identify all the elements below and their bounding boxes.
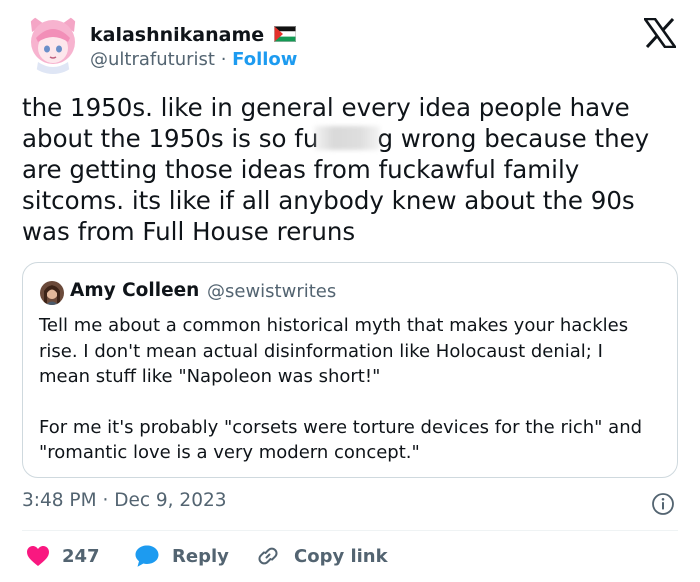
quote-paragraph-1: Tell me about a common historical myth t… [39, 315, 629, 387]
copy-link-label: Copy link [294, 545, 388, 567]
copy-link-button[interactable]: Copy link [256, 544, 388, 568]
tweet-date: Dec 9, 2023 [114, 490, 227, 511]
info-icon[interactable] [651, 492, 675, 516]
x-logo-icon[interactable] [642, 17, 678, 49]
quote-author-handle: @sewistwrites [207, 281, 337, 302]
quote-text: Tell me about a common historical myth t… [39, 313, 659, 466]
like-button[interactable] [26, 544, 50, 568]
reply-button[interactable]: Reply [134, 544, 229, 568]
tweet-time: 3:48 PM [22, 490, 97, 511]
handle-separator: · [220, 49, 227, 70]
palestine-flag-icon [274, 26, 296, 42]
heart-icon [27, 546, 49, 566]
timestamp-separator: · [102, 490, 109, 511]
author-handle[interactable]: @ultrafuturist [90, 49, 215, 70]
divider [22, 530, 678, 531]
tweet-timestamp[interactable]: 3:48 PM · Dec 9, 2023 [22, 490, 227, 511]
reply-label: Reply [172, 545, 229, 567]
like-count: 247 [62, 545, 100, 567]
quote-author-avatar [40, 281, 64, 305]
author-handle-row: @ultrafuturist · Follow [90, 49, 297, 70]
author-display-name[interactable]: kalashnikaname [90, 24, 264, 46]
quote-paragraph-2: For me it's probably "corsets were tortu… [39, 416, 643, 464]
author-avatar[interactable] [22, 12, 84, 74]
link-icon [258, 547, 278, 565]
quote-author-name: Amy Colleen [70, 280, 200, 301]
follow-button[interactable]: Follow [232, 49, 297, 70]
redacted-word-blur [314, 126, 381, 150]
tweet-text: the 1950s. like in general every idea pe… [22, 92, 682, 247]
reply-bubble-icon [135, 545, 159, 567]
